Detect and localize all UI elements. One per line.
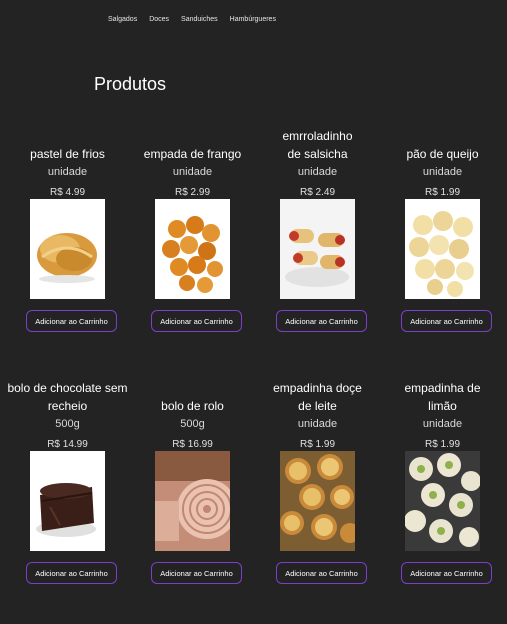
- empadinha-doce-image: [280, 451, 355, 551]
- pastel-image: [30, 199, 105, 299]
- product-name: pão de queijo: [406, 147, 479, 161]
- product-price: R$ 1.99: [424, 187, 461, 198]
- add-to-cart-button[interactable]: Adicionar ao Carrinho: [276, 310, 367, 332]
- product-price: R$ 2.49: [299, 187, 336, 198]
- category-nav: Salgados Doces Sanduiches Hambúrgueres: [108, 16, 276, 23]
- add-to-cart-button[interactable]: Adicionar ao Carrinho: [26, 310, 117, 332]
- product-unit: unidade: [47, 166, 88, 178]
- pao-de-queijo-image: [405, 199, 480, 299]
- product-unit: unidade: [172, 166, 213, 178]
- product-name: empada de frango: [143, 147, 242, 161]
- page-title: Produtos: [94, 74, 167, 94]
- add-to-cart-button[interactable]: Adicionar ao Carrinho: [276, 562, 367, 584]
- product-unit: unidade: [422, 166, 463, 178]
- product-price: R$ 2.99: [174, 187, 211, 198]
- add-to-cart-button[interactable]: Adicionar ao Carrinho: [401, 310, 492, 332]
- product-unit: 500g: [55, 418, 80, 430]
- empada-image: [155, 199, 230, 299]
- bolo-de-rolo-image: [155, 451, 230, 551]
- product-unit: unidade: [297, 418, 338, 430]
- add-to-cart-button[interactable]: Adicionar ao Carrinho: [401, 562, 492, 584]
- nav-link-doces[interactable]: Doces: [149, 16, 169, 23]
- product-name: pastel de frios: [30, 147, 105, 161]
- product-price: R$ 16.99: [172, 439, 213, 450]
- bolo-chocolate-image: [30, 451, 105, 551]
- add-to-cart-button[interactable]: Adicionar ao Carrinho: [151, 562, 242, 584]
- nav-link-salgados[interactable]: Salgados: [108, 16, 137, 23]
- add-to-cart-button[interactable]: Adicionar ao Carrinho: [26, 562, 117, 584]
- product-name: bolo de rolo: [161, 399, 224, 413]
- product-unit: unidade: [297, 166, 338, 178]
- product-name: bolo de chocolate sem recheio: [7, 381, 128, 413]
- product-name: empadinha de limão: [404, 381, 481, 413]
- enroladinho-image: [280, 199, 355, 299]
- product-price: R$ 1.99: [424, 439, 461, 450]
- product-price: R$ 4.99: [49, 187, 86, 198]
- product-price: R$ 14.99: [47, 439, 88, 450]
- product-price: R$ 1.99: [299, 439, 336, 450]
- product-unit: 500g: [180, 418, 205, 430]
- product-name: empadinha doçe de leite: [273, 381, 362, 413]
- nav-link-hamburgueres[interactable]: Hambúrgueres: [230, 16, 276, 23]
- empadinha-limao-image: [405, 451, 480, 551]
- add-to-cart-button[interactable]: Adicionar ao Carrinho: [151, 310, 242, 332]
- nav-link-sanduiches[interactable]: Sanduiches: [181, 16, 218, 23]
- product-unit: unidade: [422, 418, 463, 430]
- product-name: emrroladinho de salsicha: [282, 129, 353, 161]
